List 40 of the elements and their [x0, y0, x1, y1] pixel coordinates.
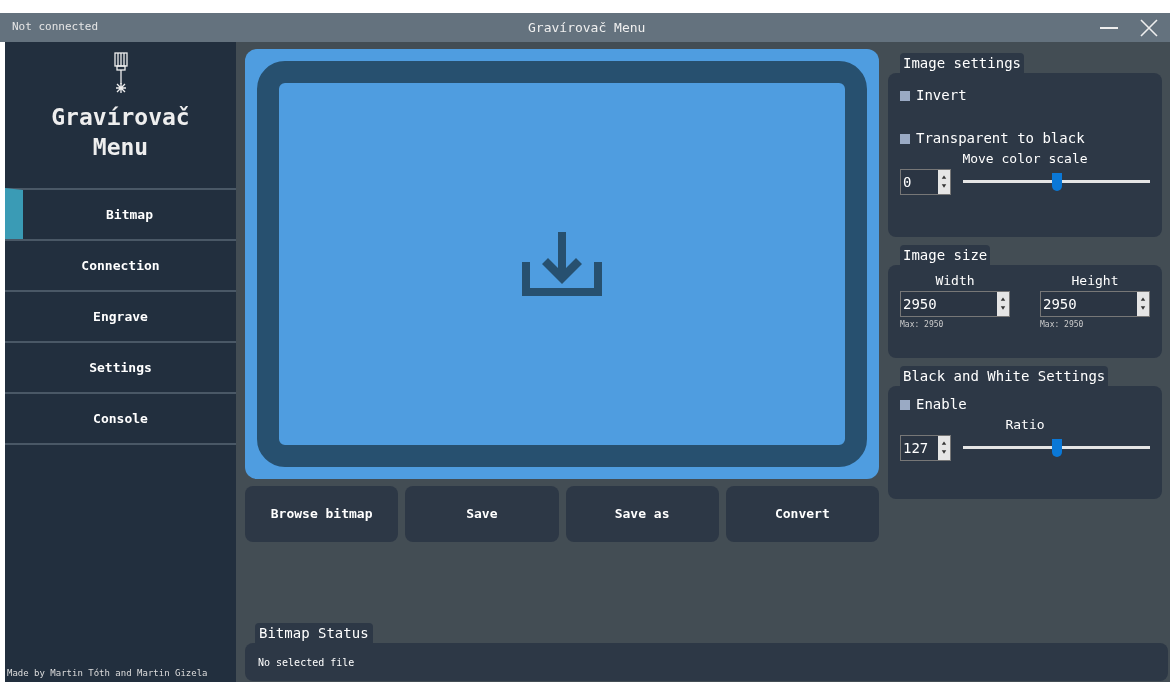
drop-area[interactable]: [245, 49, 879, 479]
max-hint: Max: 2950: [900, 318, 945, 331]
window-title: Gravírovač Menu: [528, 18, 646, 37]
field-label: Height: [1071, 272, 1119, 290]
slider-label: Move color scale: [962, 150, 1088, 168]
slider-thumb[interactable]: [1051, 172, 1062, 191]
credits: Made by Martin Tóth and Martin Gizela: [6, 666, 209, 680]
action-button[interactable]: Convert: [725, 486, 879, 542]
checkbox-label: Invert: [916, 86, 967, 105]
action-button[interactable]: Save: [405, 486, 559, 542]
checkbox-label: Enable: [916, 395, 967, 414]
checkbox[interactable]: [900, 90, 910, 101]
field-label: Width: [935, 272, 975, 290]
max-hint: Max: 2950: [1040, 318, 1085, 331]
slider-label: Ratio: [1005, 416, 1045, 434]
checkbox[interactable]: [900, 133, 910, 144]
close-icon[interactable]: [1140, 18, 1158, 37]
slider[interactable]: [963, 438, 1150, 457]
status-text: No selected file: [258, 655, 355, 670]
group-title: Black and White Settings: [900, 366, 1109, 386]
spinner-arrows-icon[interactable]: [938, 435, 950, 460]
app-name: Gravírovač Menu: [50, 103, 191, 162]
spinner-arrows-icon[interactable]: [938, 169, 950, 194]
slider[interactable]: [963, 172, 1150, 191]
slider-thumb[interactable]: [1051, 438, 1062, 457]
spinner-arrows-icon[interactable]: [1137, 291, 1149, 316]
action-button[interactable]: Save as: [565, 486, 719, 542]
group-title: Bitmap Status: [255, 623, 373, 643]
group-title: Image settings: [900, 53, 1024, 73]
number-field[interactable]: 127: [900, 434, 951, 461]
number-field[interactable]: 2950: [900, 290, 1010, 317]
number-field[interactable]: 0: [900, 168, 951, 195]
checkbox[interactable]: [900, 399, 910, 410]
group-title: Image size: [900, 245, 991, 265]
action-button[interactable]: Browse bitmap: [245, 486, 399, 542]
minimize-icon[interactable]: [1100, 26, 1118, 29]
connection-status: Not connected: [12, 19, 99, 36]
number-field[interactable]: 2950: [1040, 290, 1150, 317]
spinner-arrows-icon[interactable]: [997, 291, 1009, 316]
checkbox-label: Transparent to black: [916, 129, 1085, 148]
